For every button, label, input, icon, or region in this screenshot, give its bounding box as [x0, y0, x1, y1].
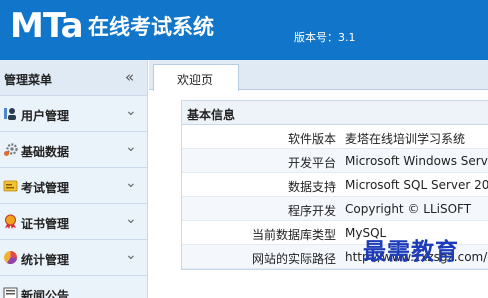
chevron-down-icon[interactable]: ⌄: [125, 175, 137, 191]
chevron-down-icon[interactable]: ⌄: [125, 211, 137, 227]
certificate-icon: [5, 214, 16, 229]
info-row: 软件版本 麦塔在线培训学习系统: [182, 125, 488, 149]
sidebar-item-label: 考试管理: [21, 181, 70, 195]
pie-chart-icon: [4, 251, 18, 265]
chevron-down-icon[interactable]: ⌄: [125, 103, 137, 119]
info-value: 麦塔在线培训学习系统: [345, 132, 466, 146]
app-header: MTa 在线考试系统 版本号：3.1: [0, 0, 488, 60]
chevron-down-icon[interactable]: ⌄: [125, 247, 137, 263]
sidebar-item-label: 用户管理: [21, 109, 70, 123]
info-key: 软件版本: [287, 132, 336, 146]
sidebar-item-label: 新闻公告: [21, 289, 70, 298]
exam-icon: [3, 180, 18, 192]
sidebar-title: 管理菜单: [4, 73, 53, 87]
sidebar-item-exams[interactable]: 考试管理 ⌄: [0, 168, 147, 204]
sidebar-item-certificates[interactable]: 证书管理 ⌄: [0, 204, 147, 240]
info-row: 程序开发 Copyright © LLiSOFT: [182, 197, 488, 221]
info-value: Microsoft SQL Server 2008: [345, 178, 488, 192]
info-row: 数据支持 Microsoft SQL Server 2008: [182, 173, 488, 197]
sidebar-item-users[interactable]: 用户管理 ⌄: [0, 96, 147, 132]
tab-bar: 欢迎页: [149, 60, 488, 91]
info-key: 当前数据库类型: [251, 228, 336, 242]
chevron-down-icon[interactable]: ⌄: [125, 139, 137, 155]
collapse-icon[interactable]: «: [125, 68, 134, 86]
sidebar-item-label: 基础数据: [21, 145, 70, 159]
version-label: 版本号：3.1: [294, 31, 356, 44]
info-key: 数据支持: [287, 180, 336, 194]
watermark: 最需教育: [363, 238, 459, 265]
sidebar: 管理菜单 « 用户管理 ⌄ 基础数据 ⌄ 考试管理 ⌄ 证书管理 ⌄ 统计管理 …: [0, 60, 148, 298]
info-key: 网站的实际路径: [251, 252, 336, 266]
news-icon: [3, 287, 18, 298]
sidebar-item-label: 证书管理: [21, 217, 70, 231]
info-key: 开发平台: [287, 156, 336, 170]
tab-welcome[interactable]: 欢迎页: [153, 64, 239, 91]
info-row: 开发平台 Microsoft Windows Server: [182, 149, 488, 173]
panel-title: 基本信息: [187, 108, 236, 122]
info-value: Copyright © LLiSOFT: [345, 202, 472, 216]
sidebar-item-label: 统计管理: [21, 253, 70, 267]
sidebar-header: 管理菜单 «: [0, 60, 147, 96]
info-key: 程序开发: [287, 204, 336, 218]
panel-header: 基本信息: [182, 101, 488, 125]
logo-latin: MTa: [10, 6, 84, 46]
sidebar-item-base-data[interactable]: 基础数据 ⌄: [0, 132, 147, 168]
user-icon: [4, 108, 16, 120]
info-value: Microsoft Windows Server: [345, 154, 488, 168]
tab-label: 欢迎页: [177, 73, 214, 87]
gear-icon: [4, 143, 18, 156]
logo-title: 在线考试系统: [88, 15, 214, 39]
sidebar-item-news[interactable]: 新闻公告: [0, 276, 147, 298]
sidebar-item-statistics[interactable]: 统计管理 ⌄: [0, 240, 147, 276]
